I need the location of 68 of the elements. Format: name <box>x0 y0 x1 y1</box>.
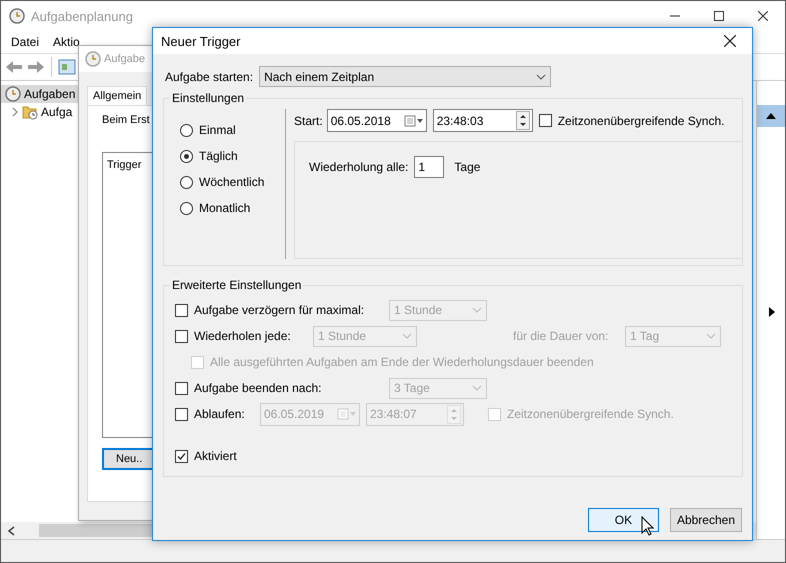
cancel-button[interactable]: Abbrechen <box>670 508 742 532</box>
radio-button[interactable] <box>180 124 193 136</box>
menu-item[interactable]: Aktio <box>53 35 80 49</box>
radio-label: Täglich <box>199 149 238 163</box>
actions-header[interactable] <box>757 105 785 127</box>
chevron-down-icon <box>402 333 412 339</box>
radio-button[interactable] <box>180 150 193 162</box>
tree-item[interactable]: Aufgaben <box>1 85 80 103</box>
group-title: Einstellungen <box>171 91 246 105</box>
radio-button[interactable] <box>180 176 193 188</box>
tab[interactable]: Allgemein <box>87 86 148 105</box>
radio-label: Wöchentlich <box>199 175 264 189</box>
field-label: Wiederholung alle: <box>309 160 408 174</box>
checkbox-label: Alle ausgeführten Aufgaben am Ende der Wiederholungsdauer beenden <box>210 355 594 369</box>
menu-item[interactable]: Datei <box>11 35 40 49</box>
checkbox-label: Wiederholen jede: <box>194 329 292 343</box>
collapse-icon[interactable] <box>766 113 776 119</box>
unit-label: Tage <box>454 160 480 174</box>
clock-icon <box>85 51 101 67</box>
checkbox[interactable] <box>175 382 188 394</box>
back-icon[interactable] <box>5 60 23 74</box>
checkbox-label: Zeitzonenübergreifende Synch. <box>507 407 674 421</box>
checkbox-label: Aktiviert <box>194 449 237 463</box>
checkbox[interactable] <box>175 408 188 420</box>
date-field[interactable]: 06.05.2018 <box>326 109 427 132</box>
chevron-down-icon <box>472 307 482 313</box>
checkbox[interactable] <box>175 304 188 316</box>
checkbox-label: Zeitzonenübergreifende Synch. <box>558 114 724 128</box>
radio-label: Einmal <box>199 123 236 137</box>
tree-item[interactable]: Aufga <box>1 103 76 121</box>
minimize-icon[interactable] <box>670 15 680 17</box>
close-icon[interactable] <box>724 35 736 47</box>
checkbox-label: Ablaufen: <box>194 407 246 421</box>
schedule-dropdown[interactable]: Nach einem Zeitplan <box>259 66 552 87</box>
submenu-arrow-icon[interactable] <box>769 307 775 317</box>
cursor-icon <box>641 516 654 536</box>
expand-icon[interactable] <box>11 107 19 117</box>
spinner-icon[interactable] <box>516 111 530 130</box>
window-icon[interactable] <box>58 59 76 75</box>
field-label: für die Dauer von: <box>513 329 610 343</box>
window-title: Aufgabenplanung <box>31 8 133 24</box>
checkbox[interactable] <box>538 114 552 127</box>
number-field[interactable]: 1 <box>414 156 444 178</box>
window-title: Aufgabe <box>104 53 145 65</box>
folder-clock-icon <box>22 104 38 120</box>
close-icon[interactable] <box>758 11 768 21</box>
checkbox[interactable] <box>175 330 188 342</box>
radio-button[interactable] <box>180 202 193 214</box>
chevron-down-icon <box>472 385 482 391</box>
checkbox-label: Aufgabe verzögern für maximal: <box>194 303 366 317</box>
clock-icon <box>9 8 25 24</box>
clock-icon <box>5 86 21 102</box>
dialog-title: Neuer Trigger <box>161 34 240 48</box>
chevron-down-icon <box>706 333 716 339</box>
time-field[interactable]: 23:48:03 <box>432 109 533 132</box>
column-header: Trigger <box>107 159 142 171</box>
field-label: Aufgabe starten: <box>165 70 254 84</box>
checkbox[interactable] <box>175 450 188 462</box>
chevron-down-icon <box>536 74 546 80</box>
radio-label: Monatlich <box>199 201 250 215</box>
checkbox-label: Aufgabe beenden nach: <box>194 381 322 395</box>
forward-icon[interactable] <box>27 60 45 74</box>
description-text: Beim Erst <box>102 114 151 126</box>
field-label: Start: <box>294 114 323 128</box>
maximize-icon[interactable] <box>714 11 724 21</box>
calendar-icon[interactable] <box>404 114 424 126</box>
ok-button[interactable]: OK <box>588 508 659 532</box>
group-title: Erweiterte Einstellungen <box>171 278 302 292</box>
